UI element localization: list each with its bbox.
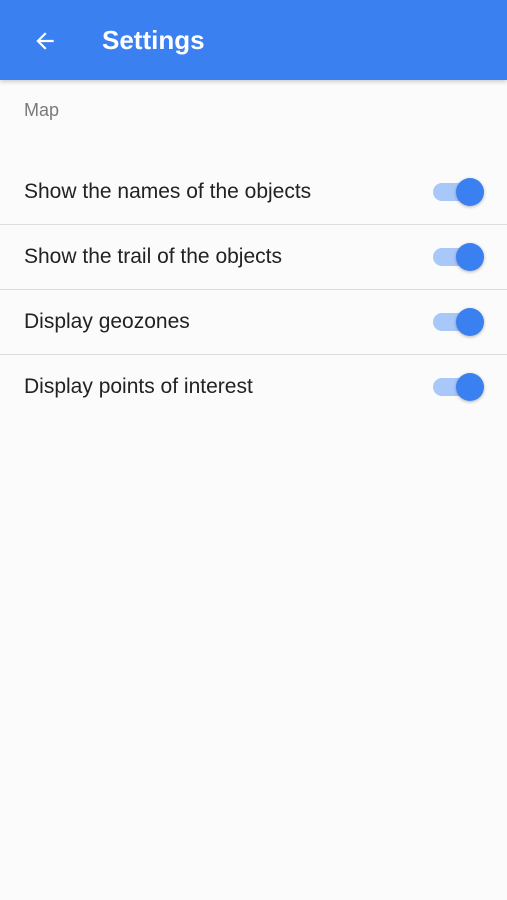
setting-row-show-trail[interactable]: Show the trail of the objects <box>0 225 507 290</box>
page-title: Settings <box>102 25 205 55</box>
settings-list: Show the names of the objects Show the t… <box>0 160 507 419</box>
toggle-switch-show-trail[interactable] <box>433 243 485 271</box>
toggle-switch-show-names[interactable] <box>433 178 485 206</box>
setting-row-display-poi[interactable]: Display points of interest <box>0 355 507 419</box>
toggle-switch-display-poi[interactable] <box>433 373 485 401</box>
switch-thumb <box>456 243 484 271</box>
switch-thumb <box>456 178 484 206</box>
setting-row-show-names[interactable]: Show the names of the objects <box>0 160 507 225</box>
app-bar: Settings <box>0 0 507 80</box>
setting-label: Show the trail of the objects <box>24 245 282 268</box>
setting-label: Display points of interest <box>24 375 253 398</box>
back-button[interactable] <box>26 22 64 60</box>
setting-label: Show the names of the objects <box>24 180 312 203</box>
settings-content: Map Show the names of the objects Show t… <box>0 80 507 900</box>
switch-thumb <box>456 373 484 401</box>
switch-thumb <box>456 308 484 336</box>
toggle-switch-display-geozones[interactable] <box>433 308 485 336</box>
setting-row-display-geozones[interactable]: Display geozones <box>0 290 507 355</box>
arrow-left-icon <box>36 32 54 50</box>
setting-label: Display geozones <box>24 310 190 333</box>
section-header-map: Map <box>24 100 60 120</box>
